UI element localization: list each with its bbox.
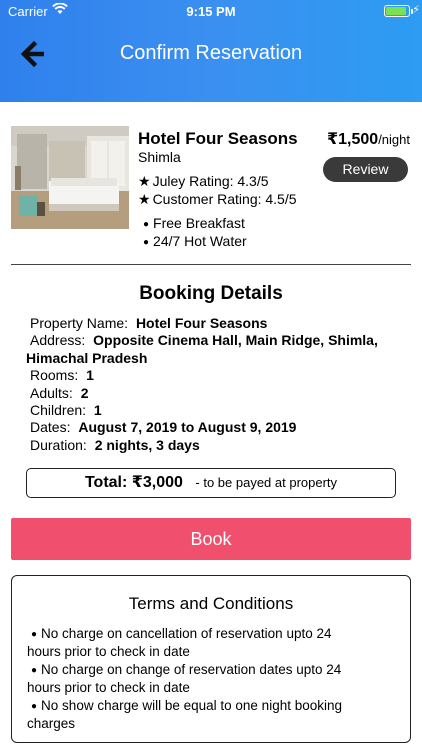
customer-rating: ★ Customer Rating: 4.5/5 — [138, 191, 297, 208]
adults-label: Adults: — [30, 384, 73, 401]
rooms-label: Rooms: — [30, 367, 79, 384]
amenity-item: ● 24/7 Hot Water — [143, 233, 247, 249]
amenity-label: 24/7 Hot Water — [153, 233, 247, 249]
address-row-2: Himachal Pradesh — [26, 350, 406, 367]
juley-rating-text: Juley Rating: 4.3/5 — [152, 173, 269, 189]
terms-title: Terms and Conditions — [128, 594, 294, 613]
address-value-2: Himachal Pradesh — [26, 349, 148, 366]
star-icon: ★ — [138, 173, 151, 189]
rooms-value: 1 — [86, 367, 94, 384]
price-amount: ₹1,500 — [327, 131, 379, 148]
duration-label: Duration: — [30, 436, 87, 453]
book-button[interactable]: Book — [11, 518, 411, 560]
children-row: Children: 1 — [26, 402, 406, 419]
page-title: Confirm Reservation — [119, 42, 303, 64]
booking-details: Property Name: Hotel Four Seasons Addres… — [26, 315, 406, 454]
battery-charging-icon — [384, 5, 413, 17]
terms-item-text: No show charge will be equal to one nigh… — [41, 697, 342, 713]
customer-rating-text: Customer Rating: 4.5/5 — [152, 191, 297, 207]
price-per-night: ₹1,500/night — [327, 129, 410, 149]
review-button[interactable]: Review — [323, 157, 408, 182]
total-box: Total: ₹3,000 - to be payed at property — [26, 468, 396, 498]
juley-rating: ★ Juley Rating: 4.3/5 — [138, 173, 269, 190]
adults-value: 2 — [80, 384, 89, 401]
status-bar: Carrier 9:15 PM ⚡ — [0, 0, 422, 24]
bullet-icon: ● — [143, 237, 150, 248]
amenity-label: Free Breakfast — [153, 215, 245, 231]
terms-list: ● No charge on cancellation of reservatio… — [27, 625, 397, 732]
dates-row: Dates: August 7, 2019 to August 9, 2019 — [26, 419, 406, 436]
duration-row: Duration: 2 nights, 3 days — [26, 437, 406, 454]
terms-box: Terms and Conditions ● No charge on cance… — [11, 575, 411, 743]
status-time: 9:15 PM — [186, 4, 236, 19]
list-item: ● No charge on change of reservation date… — [27, 661, 397, 697]
property-row: Property Name: Hotel Four Seasons — [26, 315, 406, 332]
list-item: ● No show charge will be equal to one nig… — [27, 697, 397, 733]
hotel-name: Hotel Four Seasons — [138, 129, 298, 148]
rooms-row: Rooms: 1 — [26, 367, 406, 384]
address-row: Address: Opposite Cinema Hall, Main Ridg… — [26, 332, 406, 349]
list-item: ● No charge on cancellation of reservatio… — [27, 625, 397, 661]
amenity-item: ● Free Breakfast — [143, 215, 245, 231]
property-label: Property Name: — [30, 315, 129, 331]
bullet-icon: ● — [31, 629, 38, 640]
app-header: Carrier 9:15 PM ⚡ Confirm Reservation — [0, 0, 422, 102]
adults-row: Adults: 2 — [26, 385, 406, 402]
bullet-icon: ● — [143, 219, 150, 230]
dates-value: August 7, 2019 to August 9, 2019 — [78, 419, 297, 436]
terms-item-text-cont: hours prior to check in date — [27, 644, 190, 660]
hotel-photo — [11, 126, 129, 229]
dates-label: Dates: — [30, 419, 71, 436]
star-icon: ★ — [138, 191, 151, 207]
address-label: Address: — [30, 332, 86, 349]
bullet-icon: ● — [31, 664, 38, 676]
duration-value: 2 nights, 3 days — [94, 436, 200, 453]
charging-bolt-icon: ⚡ — [412, 4, 420, 16]
hotel-city: Shimla — [138, 149, 181, 165]
price-unit: /night — [378, 132, 410, 147]
terms-item-text-cont: hours prior to check in date — [27, 680, 190, 696]
total-label: Total: — [84, 474, 128, 491]
children-value: 1 — [93, 402, 102, 419]
terms-item-text-cont: charges — [27, 716, 76, 732]
terms-item-text: No charge on cancellation of reservation… — [41, 626, 332, 641]
children-label: Children: — [30, 402, 87, 419]
property-value: Hotel Four Seasons — [135, 315, 268, 331]
total-note: - to be payed at property — [195, 475, 338, 490]
booking-details-title: Booking Details — [139, 283, 283, 304]
bullet-icon: ● — [31, 700, 38, 712]
total-amount: ₹3,000 — [131, 474, 183, 491]
divider — [11, 264, 411, 265]
terms-item-text: No charge on change of reservation dates… — [41, 661, 342, 677]
address-value: Opposite Cinema Hall, Main Ridge, Shimla… — [93, 332, 378, 349]
